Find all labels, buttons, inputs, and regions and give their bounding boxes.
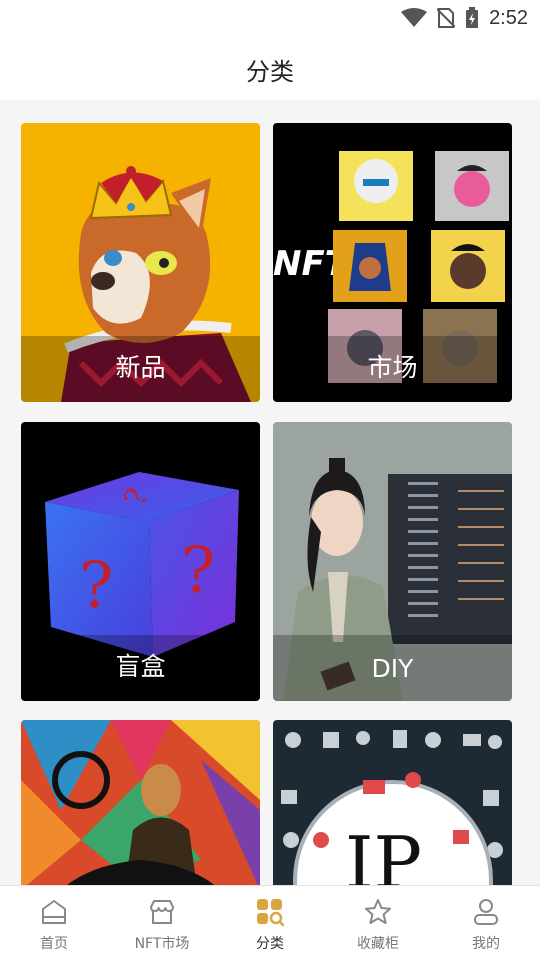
category-label: 盲盒: [115, 652, 166, 681]
svg-text:?: ?: [181, 534, 215, 608]
category-label: DIY: [371, 654, 414, 683]
status-time: 2:52: [489, 6, 528, 29]
category-card-ip[interactable]: IP: [273, 720, 512, 885]
profile-icon: [474, 899, 498, 925]
header: 分类: [0, 36, 540, 100]
status-bar: 2:52: [0, 0, 540, 36]
category-label: 市场: [367, 353, 418, 382]
ip-icons-art: IP: [273, 720, 512, 885]
category-grid: 新品 NFT 市场 ? ? ? 盲盒 DIY IP: [0, 100, 540, 885]
svg-text:IP: IP: [345, 821, 422, 885]
category-label: 新品: [115, 353, 166, 382]
tab-label: 收藏柜: [357, 936, 399, 952]
category-card-market[interactable]: NFT 市场: [273, 123, 512, 402]
status-icons: 2:52: [401, 6, 528, 30]
tab-home[interactable]: 首页: [0, 886, 108, 960]
bottom-tab-bar: 首页 NFT市场 分类 收藏柜 我的: [0, 885, 540, 960]
tab-label: 我的: [472, 936, 500, 952]
page-title: 分类: [246, 58, 294, 86]
nft-mona-lisa-art: NFT: [21, 720, 260, 885]
tab-label: 分类: [256, 936, 284, 952]
tab-category[interactable]: 分类: [216, 886, 324, 960]
tab-label: 首页: [40, 936, 68, 952]
no-sim-icon: [437, 8, 456, 28]
tab-label: NFT市场: [134, 936, 190, 952]
battery-charging-icon: [466, 7, 479, 28]
star-icon: [365, 899, 391, 924]
svg-text:?: ?: [79, 549, 113, 623]
category-card-blind-box[interactable]: ? ? ? 盲盒: [21, 422, 260, 701]
home-icon: [42, 900, 66, 924]
category-card-nft-art[interactable]: NFT: [21, 720, 260, 885]
wifi-icon: [401, 8, 428, 27]
category-card-diy[interactable]: DIY: [273, 422, 512, 701]
tab-collection[interactable]: 收藏柜: [324, 886, 432, 960]
category-search-icon: [257, 899, 285, 927]
tab-nft-market[interactable]: NFT市场: [108, 886, 216, 960]
shop-icon: [150, 900, 174, 924]
tab-profile[interactable]: 我的: [432, 886, 540, 960]
category-card-new[interactable]: 新品: [21, 123, 260, 402]
